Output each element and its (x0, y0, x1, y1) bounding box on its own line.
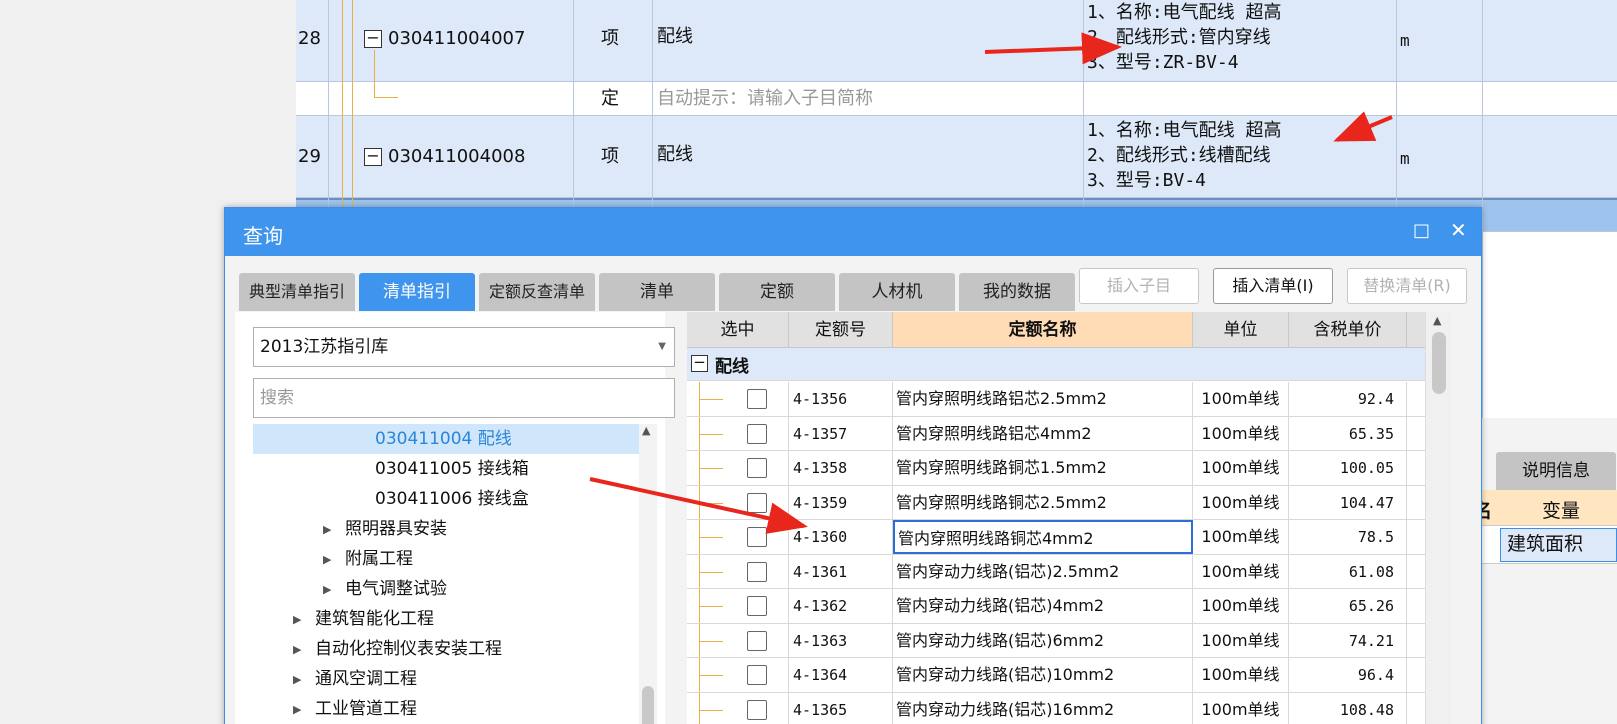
arrow-annotation (589, 477, 808, 534)
arrow-annotation (984, 32, 1122, 65)
arrow-annotation (1333, 111, 1393, 142)
annotation-arrows (589, 32, 1393, 534)
